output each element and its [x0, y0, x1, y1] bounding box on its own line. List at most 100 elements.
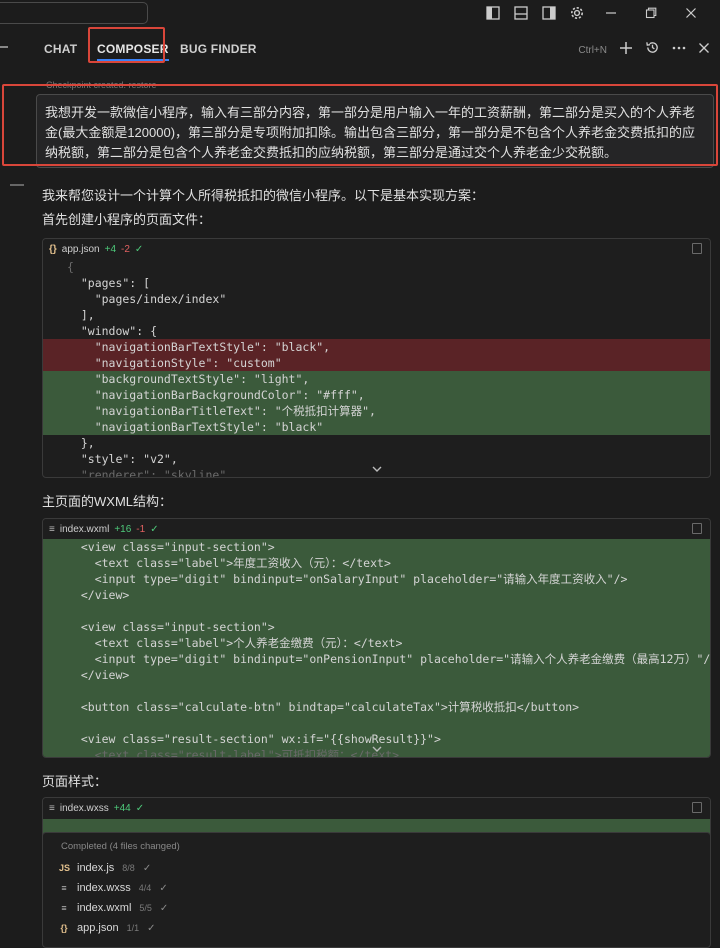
code-line: {: [67, 260, 74, 274]
code-block-header[interactable]: ≡ index.wxss +44 ✓: [43, 798, 710, 818]
code-line: </view>: [43, 667, 710, 683]
composer-tab-row: CHAT COMPOSER BUG FINDER Ctrl+N: [0, 34, 720, 64]
reply-step-1: 首先创建小程序的页面文件：: [42, 212, 212, 227]
reply-step-3: 页面样式：: [42, 774, 108, 789]
code-filename: app.json: [61, 243, 100, 255]
changed-file-count: 5/5: [139, 903, 152, 913]
code-line: </view>: [43, 587, 710, 603]
applied-check-icon: ✓: [134, 243, 144, 255]
json-file-icon: {}: [60, 923, 68, 933]
checkpoint-note[interactable]: Checkpoint created. restore: [46, 80, 157, 90]
close-window-icon[interactable]: [676, 4, 706, 22]
code-line: <input type="digit" bindinput="onPension…: [43, 651, 710, 667]
code-line: [43, 683, 710, 699]
code-content: <view class="input-section"> <text class…: [43, 539, 710, 757]
changed-file-name: index.wxss: [77, 882, 131, 894]
code-block-header[interactable]: ≡ index.wxml +16 -1 ✓: [43, 519, 710, 539]
lines-removed: -2: [121, 243, 130, 255]
copy-code-icon[interactable]: [692, 523, 702, 534]
changed-file-item[interactable]: ≡ index.wxss 4/4 ✓: [59, 879, 168, 897]
tab-chat[interactable]: CHAT: [44, 42, 77, 56]
code-block-index-wxml: ≡ index.wxml +16 -1 ✓ <view class="input…: [42, 518, 711, 758]
changed-file-name: index.wxml: [77, 902, 132, 914]
title-bar: [0, 0, 720, 28]
check-icon: ✓: [142, 862, 152, 874]
changed-file-name: index.js: [77, 862, 115, 874]
code-filename: index.wxss: [59, 802, 109, 814]
toggle-panel-icon[interactable]: [512, 4, 530, 22]
markup-file-icon: ≡: [61, 903, 67, 913]
code-line: "window": {: [67, 324, 158, 338]
tab-bug-finder[interactable]: BUG FINDER: [180, 42, 257, 56]
file-lines-icon: ≡: [49, 523, 55, 535]
layout-controls: [484, 4, 706, 22]
reply-intro: 我来帮您设计一个计算个人所得税抵扣的微信小程序。以下是基本实现方案：: [42, 188, 485, 203]
new-shortcut-hint: Ctrl+N: [578, 44, 607, 56]
code-line: [43, 715, 710, 731]
code-line: "navigationBarTitleText": "个税抵扣计算器",: [43, 403, 710, 419]
applied-check-icon: ✓: [135, 802, 145, 814]
reply-step-2: 主页面的WXML结构：: [42, 494, 173, 509]
toggle-primary-sidebar-icon[interactable]: [484, 4, 502, 22]
user-message[interactable]: 我想开发一款微信小程序，输入有三部分内容，第一部分是用户输入一年的工资薪酬，第二…: [36, 94, 714, 168]
expand-chevron-icon[interactable]: [372, 465, 382, 473]
tab-actions: Ctrl+N: [578, 40, 710, 60]
check-icon: ✓: [159, 902, 169, 914]
code-filename: index.wxml: [59, 523, 110, 535]
history-icon[interactable]: [645, 40, 660, 60]
json-file-icon: {}: [49, 243, 57, 255]
more-actions-icon[interactable]: [672, 41, 686, 60]
toggle-secondary-sidebar-icon[interactable]: [540, 4, 558, 22]
applied-check-icon: ✓: [150, 523, 159, 535]
copy-code-icon[interactable]: [692, 802, 702, 813]
completed-title[interactable]: Completed (4 files changed): [61, 841, 180, 852]
check-icon: ✓: [159, 882, 168, 894]
js-file-icon: JS: [59, 863, 71, 873]
code-line: "navigationBarTextStyle": "black": [43, 419, 710, 435]
code-line: <text class="label">个人养老金缴费（元）：</text>: [43, 635, 710, 651]
changed-file-count: 4/4: [138, 883, 152, 893]
changed-file-item[interactable]: JS index.js 8/8 ✓: [59, 859, 151, 877]
settings-gear-icon[interactable]: [568, 4, 586, 22]
lines-added: +44: [113, 802, 131, 814]
changed-file-count: 1/1: [126, 923, 140, 933]
code-block-app-json: {} app.json +4 -2 ✓ { "pages": [ "pages/…: [42, 238, 711, 478]
lines-added: +16: [114, 523, 132, 535]
expand-chevron-icon[interactable]: [372, 745, 382, 753]
code-content: { "pages": [ "pages/index/index" ], "win…: [43, 259, 710, 477]
changed-file-item[interactable]: {} app.json 1/1 ✓: [59, 919, 156, 937]
style-file-icon: ≡: [61, 883, 67, 893]
changed-file-count: 8/8: [122, 863, 135, 873]
code-line: <button class="calculate-btn" bindtap="c…: [43, 699, 710, 715]
copy-code-icon[interactable]: [692, 243, 702, 254]
code-line: <text class="label">年度工资收入（元）：</text>: [43, 555, 710, 571]
minimize-icon[interactable]: [596, 4, 626, 22]
code-line: "backgroundTextStyle": "light",: [43, 371, 710, 387]
new-composer-plus-icon[interactable]: [619, 41, 633, 60]
code-line: "pages/index/index": [67, 292, 227, 306]
tab-composer[interactable]: COMPOSER: [97, 42, 169, 61]
gutter-divider: [10, 184, 24, 186]
restore-window-icon[interactable]: [636, 4, 666, 22]
code-line: "navigationStyle": "custom": [43, 355, 710, 371]
lines-added: +4: [104, 243, 117, 255]
completed-files-panel: Completed (4 files changed) JS index.js …: [42, 832, 711, 948]
code-line: "pages": [: [67, 276, 151, 290]
file-lines-icon: ≡: [49, 802, 55, 814]
code-line: [43, 603, 710, 619]
close-panel-icon[interactable]: [698, 41, 710, 59]
changed-file-item[interactable]: ≡ index.wxml 5/5 ✓: [59, 899, 168, 917]
code-line: ],: [67, 308, 95, 322]
check-icon: ✓: [147, 922, 156, 934]
code-line: <view class="input-section">: [43, 619, 710, 635]
code-line: <input type="digit" bindinput="onSalaryI…: [43, 571, 710, 587]
diff-added-strip: [43, 819, 710, 833]
code-line: "navigationBarTextStyle": "black",: [43, 339, 710, 355]
code-line: "navigationBarBackgroundColor": "#fff",: [43, 387, 710, 403]
lines-removed: -1: [136, 523, 146, 535]
code-block-header[interactable]: {} app.json +4 -2 ✓: [43, 239, 710, 259]
code-line: },: [67, 436, 95, 450]
changed-file-name: app.json: [77, 922, 119, 934]
code-line: <view class="input-section">: [43, 539, 710, 555]
command-center-search[interactable]: [0, 2, 148, 24]
